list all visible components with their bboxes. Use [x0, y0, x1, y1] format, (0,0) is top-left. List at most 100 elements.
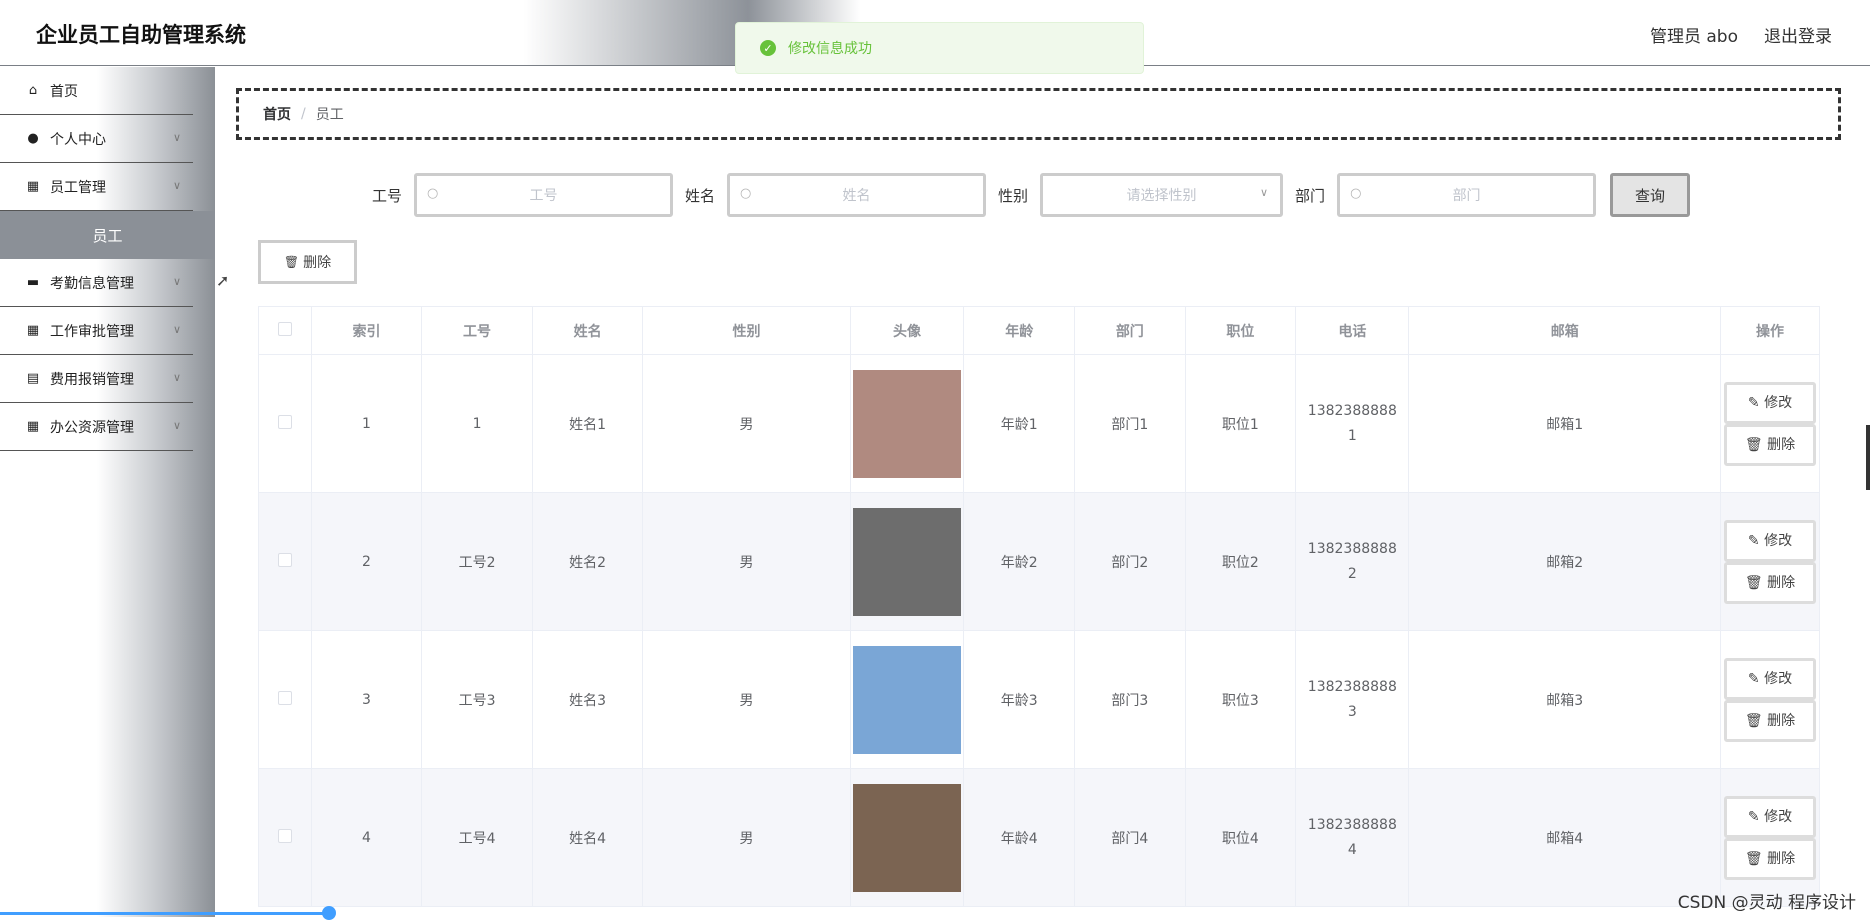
- dept-input[interactable]: ○ 部门: [1337, 173, 1597, 217]
- trash-icon: 🗑: [1744, 712, 1768, 729]
- edit-button[interactable]: ✎ 修改: [1724, 795, 1816, 838]
- name-label: 姓名: [685, 186, 716, 205]
- avatar-cell: [849, 630, 965, 769]
- sidebar-item[interactable]: ▦ 办公资源管理 ∨: [0, 403, 193, 451]
- briefcase-icon: ▬: [26, 275, 40, 290]
- trash-icon: 🗑: [1744, 850, 1768, 867]
- email-cell: 邮箱1: [1408, 354, 1721, 493]
- row-select-cell: [258, 492, 312, 631]
- grid-icon: ▦: [26, 323, 40, 338]
- dept-cell: 部门4: [1074, 768, 1186, 907]
- row-select-cell: [258, 630, 312, 769]
- progress-bar: [0, 912, 330, 915]
- gender-cell: 男: [642, 354, 851, 493]
- gonghao-input[interactable]: ○ 工号: [414, 173, 674, 217]
- dept-placeholder: 部门: [1452, 188, 1481, 204]
- column-header: 邮箱: [1408, 306, 1721, 355]
- sidebar-item[interactable]: ● 个人中心 ∨: [0, 115, 193, 163]
- sidebar-item-label: 个人中心: [50, 131, 106, 148]
- grid-icon: ▦: [26, 419, 40, 434]
- search-icon: ○: [427, 186, 439, 201]
- sidebar: ⌂ 首页 ● 个人中心 ∨ ▦ 员工管理 ∨ 员工 ▬ 考勤信息管理 ∨ ▦ 工作审批管理 ∨ ▤ 费用报销管理…: [0, 67, 215, 917]
- delete-label: 删除: [1767, 712, 1796, 729]
- trash-icon: 🗑: [283, 255, 300, 269]
- edit-button[interactable]: ✎ 修改: [1724, 657, 1816, 700]
- dept-cell: 部门1: [1074, 354, 1186, 493]
- actions-cell: ✎ 修改🗑 删除: [1720, 768, 1820, 907]
- logout-link[interactable]: 退出登录: [1764, 22, 1832, 47]
- sidebar-item[interactable]: ▬ 考勤信息管理 ∨: [0, 259, 193, 307]
- name-input[interactable]: ○ 姓名: [727, 173, 987, 217]
- row-checkbox[interactable]: [277, 552, 292, 567]
- check-circle-icon: ✓: [760, 40, 776, 56]
- phone-text: 13823888881: [1307, 402, 1397, 444]
- delete-button[interactable]: 🗑 删除: [1724, 561, 1816, 604]
- sidebar-item-label: 办公资源管理: [50, 419, 134, 436]
- phone-cell: 13823888882: [1295, 492, 1410, 631]
- user-name[interactable]: 管理员 abo: [1650, 22, 1738, 47]
- delete-button[interactable]: 🗑 删除: [1724, 699, 1816, 742]
- gender-placeholder: 请选择性别: [1126, 188, 1197, 204]
- edit-button[interactable]: ✎ 修改: [1724, 381, 1816, 424]
- row-checkbox[interactable]: [277, 828, 292, 843]
- select-all-checkbox[interactable]: [277, 321, 292, 336]
- watermark: CSDN @灵动 程序设计: [1677, 893, 1856, 913]
- sidebar-item[interactable]: ▦ 员工管理 ∨: [0, 163, 193, 211]
- edit-label: 修改: [1764, 394, 1793, 411]
- sidebar-item[interactable]: ▦ 工作审批管理 ∨: [0, 307, 193, 355]
- column-header: 姓名: [531, 306, 644, 355]
- scrollbar-thumb[interactable]: [1866, 425, 1870, 490]
- delete-button[interactable]: 🗑 删除: [1724, 837, 1816, 880]
- edit-label: 修改: [1764, 670, 1793, 687]
- gonghao-label: 工号: [372, 186, 403, 205]
- home-icon: ⌂: [28, 83, 38, 98]
- table-row: 4 工号4 姓名4 男年龄4 部门4 职位4 13823888884 邮箱4 ✎ 修改🗑 删除: [258, 768, 1820, 907]
- progress-handle[interactable]: [322, 906, 336, 920]
- success-toast: ✓ 修改信息成功: [735, 22, 1144, 74]
- gonghao-cell: 工号3: [421, 630, 533, 769]
- table-row: 3 工号3 姓名3 男年龄3 部门3 职位3 13823888883 邮箱3 ✎ 修改🗑 删除: [258, 630, 1820, 769]
- query-button[interactable]: 查询: [1610, 173, 1691, 217]
- row-select-cell: [258, 354, 312, 493]
- edit-button[interactable]: ✎ 修改: [1724, 519, 1816, 562]
- sidebar-subitem-employee[interactable]: 员工: [0, 211, 215, 259]
- breadcrumb-separator: /: [301, 106, 306, 122]
- index-cell: 4: [310, 768, 423, 907]
- avatar-image: [853, 507, 961, 616]
- breadcrumb: 首页 / 员工: [236, 88, 1841, 140]
- gonghao-cell: 1: [421, 354, 533, 493]
- breadcrumb-home[interactable]: 首页: [263, 104, 291, 124]
- gender-select[interactable]: 请选择性别 ∨: [1040, 173, 1284, 217]
- name-placeholder: 姓名: [842, 188, 871, 204]
- employee-table: 索引 工号 姓名 性别 头像 年龄 部门 职位 电话 邮箱 操作 1 1 姓名1 男年龄1 部门1 职位1 13…: [258, 306, 1820, 907]
- breadcrumb-current: 员工: [315, 107, 344, 123]
- position-cell: 职位2: [1184, 492, 1297, 631]
- phone-cell: 13823888881: [1295, 354, 1410, 493]
- edit-icon: ✎: [1747, 670, 1765, 687]
- column-header: 职位: [1184, 306, 1297, 355]
- gender-cell: 男: [642, 492, 851, 631]
- gonghao-cell: 工号4: [421, 768, 533, 907]
- gonghao-placeholder: 工号: [529, 188, 558, 204]
- gonghao-cell: 工号2: [421, 492, 533, 631]
- position-cell: 职位3: [1184, 630, 1297, 769]
- edit-label: 修改: [1764, 808, 1793, 825]
- row-checkbox[interactable]: [277, 414, 292, 429]
- gender-cell: 男: [642, 630, 851, 769]
- actions-cell: ✎ 修改🗑 删除: [1720, 354, 1820, 493]
- avatar-image: [853, 369, 961, 478]
- position-cell: 职位1: [1184, 354, 1297, 493]
- row-checkbox[interactable]: [277, 690, 292, 705]
- sidebar-item[interactable]: ▤ 费用报销管理 ∨: [0, 355, 193, 403]
- edit-icon: ✎: [1747, 808, 1765, 825]
- delete-button[interactable]: 🗑 删除: [1724, 423, 1816, 466]
- email-cell: 邮箱4: [1408, 768, 1721, 907]
- column-header: 电话: [1295, 306, 1410, 355]
- edit-icon: ✎: [1747, 394, 1765, 411]
- column-header: 部门: [1074, 306, 1186, 355]
- edit-icon: ✎: [1747, 532, 1765, 549]
- bulk-delete-button[interactable]: 🗑 删除: [258, 240, 357, 284]
- index-cell: 2: [310, 492, 423, 631]
- sidebar-item[interactable]: ⌂ 首页: [0, 67, 193, 115]
- search-icon: ○: [740, 186, 752, 201]
